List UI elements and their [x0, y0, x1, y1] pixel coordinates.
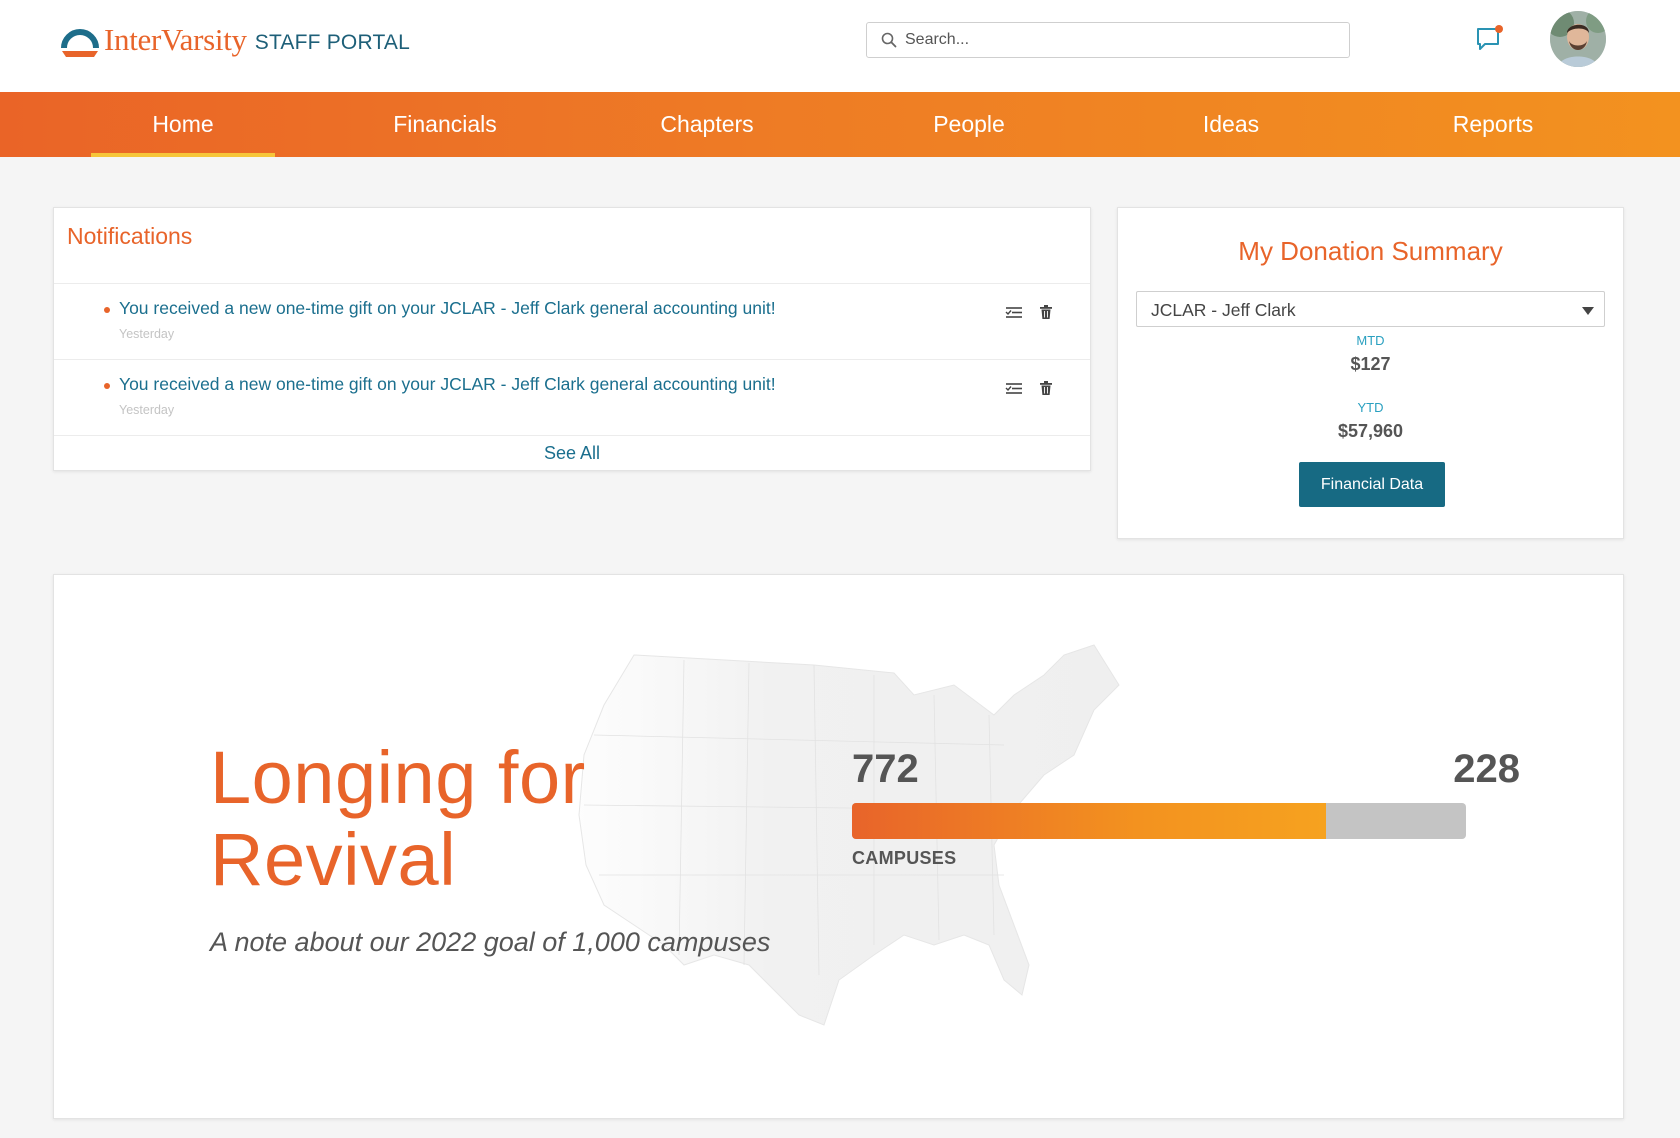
unread-bullet-icon: [104, 307, 110, 313]
nav-tab-chapters[interactable]: Chapters: [615, 92, 799, 157]
notifications-title: Notifications: [67, 223, 193, 249]
hero-title-line2: Revival: [210, 818, 457, 901]
campus-progress-fill: [852, 803, 1326, 839]
search-box[interactable]: [866, 22, 1350, 58]
campuses-reached-count: 772: [852, 747, 919, 791]
campus-goal-banner[interactable]: Longing for Revival A note about our 202…: [53, 574, 1624, 1119]
avatar-photo-icon: [1550, 11, 1606, 67]
nav-tab-home[interactable]: Home: [91, 92, 275, 157]
mark-read-icon[interactable]: [1004, 378, 1024, 398]
mark-read-icon[interactable]: [1004, 302, 1024, 322]
notification-text[interactable]: You received a new one-time gift on your…: [119, 374, 776, 395]
see-all-row: See All: [54, 435, 1090, 471]
trash-icon[interactable]: [1036, 302, 1056, 322]
account-select-value: JCLAR - Jeff Clark: [1151, 300, 1296, 320]
mtd-label: MTD: [1356, 333, 1385, 348]
message-notification-icon: [1477, 25, 1503, 50]
notification-time: Yesterday: [119, 327, 175, 341]
hero-title: Longing for Revival: [210, 737, 770, 901]
ytd-label: YTD: [1357, 400, 1384, 415]
top-header: InterVarsity STAFF PORTAL: [0, 0, 1680, 92]
hero-title-line1: Longing for: [210, 736, 586, 819]
nav-tab-people[interactable]: People: [877, 92, 1061, 157]
logo-mark-icon: [58, 20, 102, 60]
logo-wordmark: InterVarsity: [104, 22, 247, 57]
trash-icon[interactable]: [1036, 378, 1056, 398]
nav-tab-reports[interactable]: Reports: [1401, 92, 1585, 157]
search-input[interactable]: [905, 31, 1325, 49]
notification-item: You received a new one-time gift on your…: [54, 359, 1090, 435]
portal-label: STAFF PORTAL: [254, 31, 411, 54]
chevron-down-icon: [1582, 307, 1594, 315]
nav-tab-ideas[interactable]: Ideas: [1139, 92, 1323, 157]
search-icon: [881, 32, 897, 48]
notifications-card: Notifications You received a new one-tim…: [53, 207, 1091, 471]
notification-time: Yesterday: [119, 403, 175, 417]
financial-data-button[interactable]: Financial Data: [1299, 462, 1445, 507]
intervarsity-logo[interactable]: InterVarsity STAFF PORTAL: [58, 20, 410, 60]
campuses-remaining-count: 228: [1453, 747, 1520, 791]
user-avatar[interactable]: [1550, 11, 1606, 67]
account-select[interactable]: JCLAR - Jeff Clark: [1136, 291, 1605, 327]
campus-progress-bar: [852, 803, 1466, 839]
donation-summary-card: My Donation Summary JCLAR - Jeff Clark M…: [1117, 207, 1624, 539]
mtd-value: $127: [1350, 354, 1391, 374]
nav-tab-financials[interactable]: Financials: [353, 92, 537, 157]
progress-bar-label: CAMPUSES: [852, 848, 957, 868]
donation-summary-title: My Donation Summary: [1238, 236, 1503, 266]
ytd-value: $57,960: [1337, 421, 1404, 441]
messages-button[interactable]: [1474, 24, 1504, 54]
notification-item: You received a new one-time gift on your…: [54, 283, 1090, 359]
notification-text[interactable]: You received a new one-time gift on your…: [119, 298, 776, 319]
see-all-link[interactable]: See All: [544, 443, 600, 464]
main-nav: Home Financials Chapters People Ideas Re…: [0, 92, 1680, 157]
hero-subtitle: A note about our 2022 goal of 1,000 camp…: [210, 927, 771, 957]
unread-bullet-icon: [104, 383, 110, 389]
